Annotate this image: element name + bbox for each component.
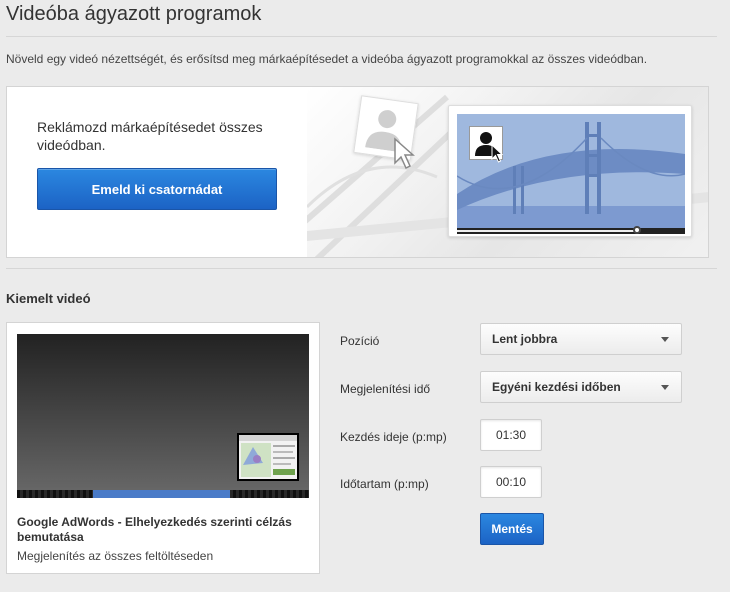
mouse-pointer-icon [394, 137, 415, 170]
caret-down-icon [661, 385, 669, 390]
position-label: Pozíció [340, 334, 380, 348]
duration-input[interactable] [480, 466, 542, 498]
display-time-label: Megjelenítési idő [340, 382, 431, 396]
video-player[interactable] [17, 334, 309, 490]
preview-progress-fill [457, 230, 638, 232]
featured-video-heading: Kiemelt videó [6, 291, 91, 306]
mouse-pointer-icon [491, 144, 504, 163]
preview-screen [457, 114, 685, 228]
save-button[interactable]: Mentés [480, 513, 544, 545]
featured-video-card: Google AdWords - Elhelyezkedés szerinti … [6, 322, 320, 574]
video-progress-fill [92, 490, 231, 498]
preview-progress-bar [457, 226, 685, 234]
section-divider [6, 268, 717, 269]
video-subtitle: Megjelenítés az összes feltöltéseden [17, 549, 214, 563]
title-divider [6, 36, 717, 37]
start-time-label: Kezdés ideje (p:mp) [340, 430, 447, 444]
duration-label: Időtartam (p:mp) [340, 477, 429, 491]
caret-down-icon [661, 337, 669, 342]
video-thumbnail [237, 433, 299, 481]
map-screenshot [239, 435, 297, 479]
page-title: Videóba ágyazott programok [6, 3, 262, 25]
feature-channel-button[interactable]: Emeld ki csatornádat [37, 168, 277, 210]
video-title[interactable]: Google AdWords - Elhelyezkedés szerinti … [17, 515, 307, 545]
video-progress-bar[interactable] [17, 490, 309, 498]
preview-frame [448, 105, 692, 237]
display-time-select[interactable]: Egyéni kezdési időben [480, 371, 682, 403]
display-time-select-value: Egyéni kezdési időben [492, 380, 621, 394]
start-time-input[interactable] [480, 419, 542, 451]
preview-progress-knob [633, 226, 642, 234]
position-select[interactable]: Lent jobbra [480, 323, 682, 355]
page-description: Növeld egy videó nézettségét, és erősíts… [6, 52, 648, 66]
promo-text: Reklámozd márkaépítésedet összes videódb… [37, 119, 263, 153]
promo-panel: Reklámozd márkaépítésedet összes videódb… [6, 86, 709, 258]
position-select-value: Lent jobbra [492, 332, 558, 346]
